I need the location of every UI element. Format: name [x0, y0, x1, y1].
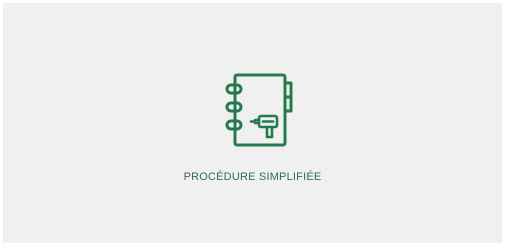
procedure-simplifiee-tile[interactable]: PROCÉDURE SIMPLIFIÉE: [3, 3, 502, 243]
procedure-card[interactable]: PROCÉDURE SIMPLIFIÉE: [3, 3, 502, 243]
tile-label: PROCÉDURE SIMPLIFIÉE: [183, 171, 322, 183]
notebook-drill-icon: [221, 69, 295, 155]
